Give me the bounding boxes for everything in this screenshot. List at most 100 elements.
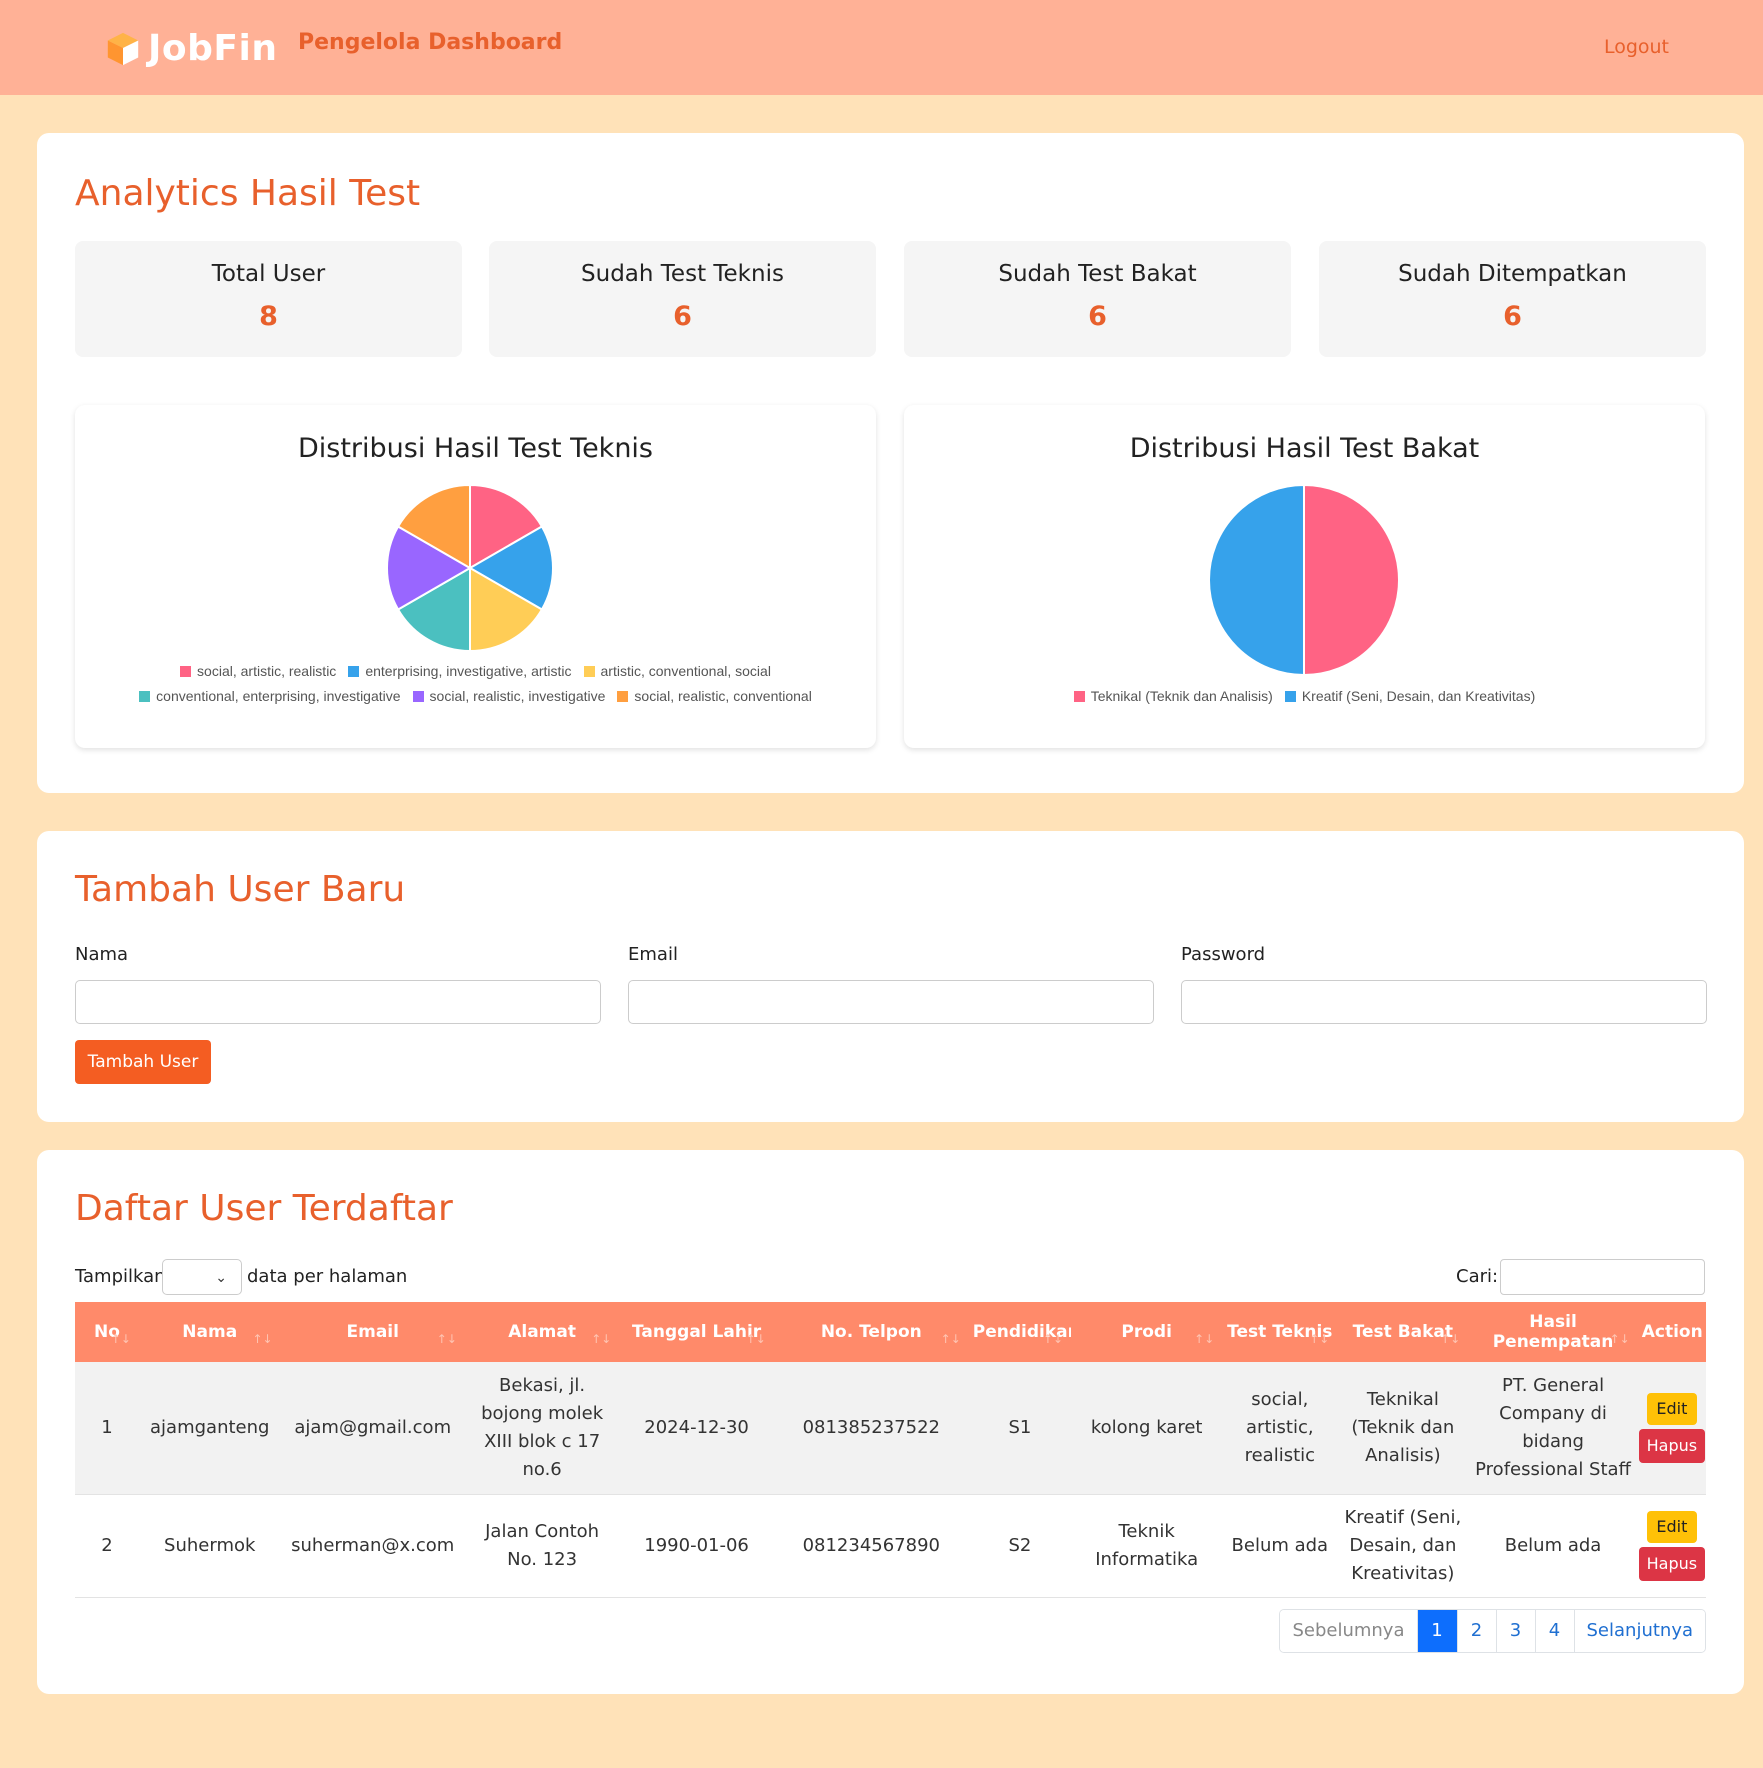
add-user-card: Tambah User Baru Nama Email Password Tam… — [37, 831, 1744, 1122]
stat-value: 6 — [673, 301, 692, 332]
pie-slice[interactable] — [1208, 483, 1305, 677]
column-header-nama[interactable]: Nama ↑↓ — [138, 1302, 281, 1362]
stat-value: 8 — [259, 301, 278, 332]
edit-button[interactable]: Edit — [1646, 1510, 1697, 1543]
column-header-pendidikan[interactable]: Pendidikan ↑↓ — [968, 1302, 1080, 1362]
sort-icon: ↑↓ — [252, 1332, 273, 1346]
length-prefix: Tampilkan — [75, 1266, 166, 1287]
table-row: 2 Suhermok suherman@x.com Jalan Contoh N… — [75, 1494, 1706, 1598]
legend-item[interactable]: social, realistic, conventional — [617, 684, 812, 709]
legend-label: social, realistic, investigative — [429, 688, 606, 704]
sort-icon: ↑↓ — [1194, 1332, 1215, 1346]
cell-hasil-penempatan: Belum ada — [1468, 1494, 1638, 1598]
column-header-tanggal-lahir[interactable]: Tanggal Lahir ↑↓ — [619, 1302, 774, 1362]
pagination-next[interactable]: Selanjutnya — [1573, 1610, 1705, 1652]
edit-button[interactable]: Edit — [1646, 1392, 1697, 1425]
pie-chart-teknis — [386, 483, 554, 653]
legend-label: social, artistic, realistic — [197, 663, 337, 679]
pagination-page-3[interactable]: 3 — [1495, 1610, 1535, 1652]
pagination-page-2[interactable]: 2 — [1456, 1610, 1496, 1652]
cell-test-bakat: Kreatif (Seni, Desain, dan Kreativitas) — [1337, 1494, 1469, 1598]
cell-alamat: Jalan Contoh No. 123 — [464, 1494, 620, 1598]
page-length-select[interactable]: ⌄ — [162, 1259, 242, 1295]
pagination-page-4[interactable]: 4 — [1534, 1610, 1574, 1652]
legend-label: artistic, conventional, social — [600, 663, 771, 679]
chart-panel-teknis: Distribusi Hasil Test Teknis social, art… — [75, 405, 876, 748]
legend-swatch — [348, 666, 360, 677]
pie-chart-bakat — [1208, 483, 1400, 677]
stat-value: 6 — [1503, 301, 1522, 332]
delete-button[interactable]: Hapus — [1638, 1546, 1705, 1581]
brand-name: JobFin — [148, 28, 278, 69]
legend-item[interactable]: artistic, conventional, social — [583, 659, 771, 684]
legend-item[interactable]: social, artistic, realistic — [180, 659, 336, 684]
legend-swatch — [139, 691, 151, 702]
email-label: Email — [628, 944, 678, 965]
delete-button[interactable]: Hapus — [1638, 1428, 1705, 1463]
brand-logo[interactable]: JobFin — [104, 28, 277, 69]
users-card: Daftar User Terdaftar Tampilkan ⌄ data p… — [37, 1150, 1744, 1694]
cell-alamat: Bekasi, jl. bojong molek XIII blok c 17 … — [464, 1362, 620, 1495]
pagination-page-1[interactable]: 1 — [1416, 1610, 1457, 1652]
cell-tanggal-lahir: 1990-01-06 — [619, 1494, 774, 1598]
search-input[interactable] — [1500, 1259, 1705, 1295]
password-input[interactable] — [1181, 980, 1707, 1024]
legend-swatch — [617, 691, 629, 702]
cell-hasil-penempatan: PT. General Company di bidang Profession… — [1468, 1362, 1638, 1495]
cell-no: 2 — [75, 1494, 139, 1598]
stat-ditempatkan: Sudah Ditempatkan 6 — [1319, 241, 1706, 357]
users-title: Daftar User Terdaftar — [75, 1188, 453, 1229]
cell-pendidikan: S1 — [968, 1362, 1072, 1495]
navbar: JobFin Pengelola Dashboard Logout — [0, 0, 1763, 95]
stat-value: 6 — [1088, 301, 1107, 332]
legend-item[interactable]: social, realistic, investigative — [412, 684, 606, 709]
name-input[interactable] — [75, 980, 601, 1024]
cell-no: 1 — [75, 1362, 139, 1495]
pie-slice[interactable] — [1303, 483, 1400, 677]
column-header-no[interactable]: No ↑↓ — [75, 1302, 139, 1362]
logout-link[interactable]: Logout — [1604, 36, 1669, 58]
stat-label: Sudah Test Teknis — [581, 261, 784, 287]
legend-label: social, realistic, conventional — [634, 688, 812, 704]
legend-label: enterprising, investigative, artistic — [365, 663, 572, 679]
legend-item[interactable]: Teknikal (Teknik dan Analisis) — [1073, 684, 1273, 709]
cell-nama: ajamganteng — [138, 1362, 281, 1495]
stat-label: Sudah Test Bakat — [998, 261, 1197, 287]
legend-item[interactable]: Kreatif (Seni, Desain, dan Kreativitas) — [1284, 684, 1535, 709]
legend-item[interactable]: enterprising, investigative, artistic — [348, 659, 572, 684]
page-title: Pengelola Dashboard — [298, 30, 563, 55]
legend-swatch — [583, 666, 595, 677]
cell-action: Edit Hapus — [1637, 1494, 1706, 1598]
legend-swatch — [1073, 691, 1085, 702]
column-header-hasil-penempatan[interactable]: Hasil Penempatan ↑↓ — [1468, 1302, 1638, 1362]
stat-total-user: Total User 8 — [75, 241, 462, 357]
cell-pendidikan: S2 — [968, 1494, 1072, 1598]
sort-icon: ↑↓ — [591, 1332, 612, 1346]
cell-no-telpon: 081234567890 — [773, 1494, 969, 1598]
users-table: No ↑↓ Nama ↑↓ Email ↑↓ Alamat ↑↓ Tanggal Lah… — [75, 1302, 1706, 1598]
cell-prodi: Teknik Informatika — [1071, 1494, 1223, 1598]
cell-nama: Suhermok — [138, 1494, 281, 1598]
length-suffix: data per halaman — [247, 1266, 408, 1287]
email-input[interactable] — [628, 980, 1154, 1024]
sort-icon: ↑↓ — [1609, 1332, 1630, 1346]
column-header-email[interactable]: Email ↑↓ — [280, 1302, 465, 1362]
sort-icon: ↑↓ — [1440, 1332, 1461, 1346]
cell-email: suherman@x.com — [280, 1494, 465, 1598]
column-header-test-teknis[interactable]: Test Teknis ↑↓ — [1222, 1302, 1338, 1362]
pagination-previous[interactable]: Sebelumnya — [1280, 1610, 1417, 1652]
cell-test-bakat: Teknikal (Teknik dan Analisis) — [1337, 1362, 1469, 1495]
column-header-test-bakat[interactable]: Test Bakat ↑↓ — [1337, 1302, 1469, 1362]
cell-test-teknis: Belum ada — [1222, 1494, 1338, 1598]
column-header-action: Action — [1637, 1302, 1706, 1362]
column-header-no-telpon[interactable]: No. Telpon ↑↓ — [773, 1302, 969, 1362]
legend-label: conventional, enterprising, investigativ… — [156, 688, 401, 704]
legend-item[interactable]: conventional, enterprising, investigativ… — [139, 684, 401, 709]
pagination: Sebelumnya 1 2 3 4 Selanjutnya — [1279, 1609, 1706, 1653]
add-user-button[interactable]: Tambah User — [75, 1040, 211, 1084]
column-header-prodi[interactable]: Prodi ↑↓ — [1071, 1302, 1223, 1362]
column-header-alamat[interactable]: Alamat ↑↓ — [464, 1302, 620, 1362]
sort-icon: ↑↓ — [1309, 1332, 1330, 1346]
sort-icon: ↑↓ — [436, 1332, 457, 1346]
name-label: Nama — [75, 944, 129, 965]
